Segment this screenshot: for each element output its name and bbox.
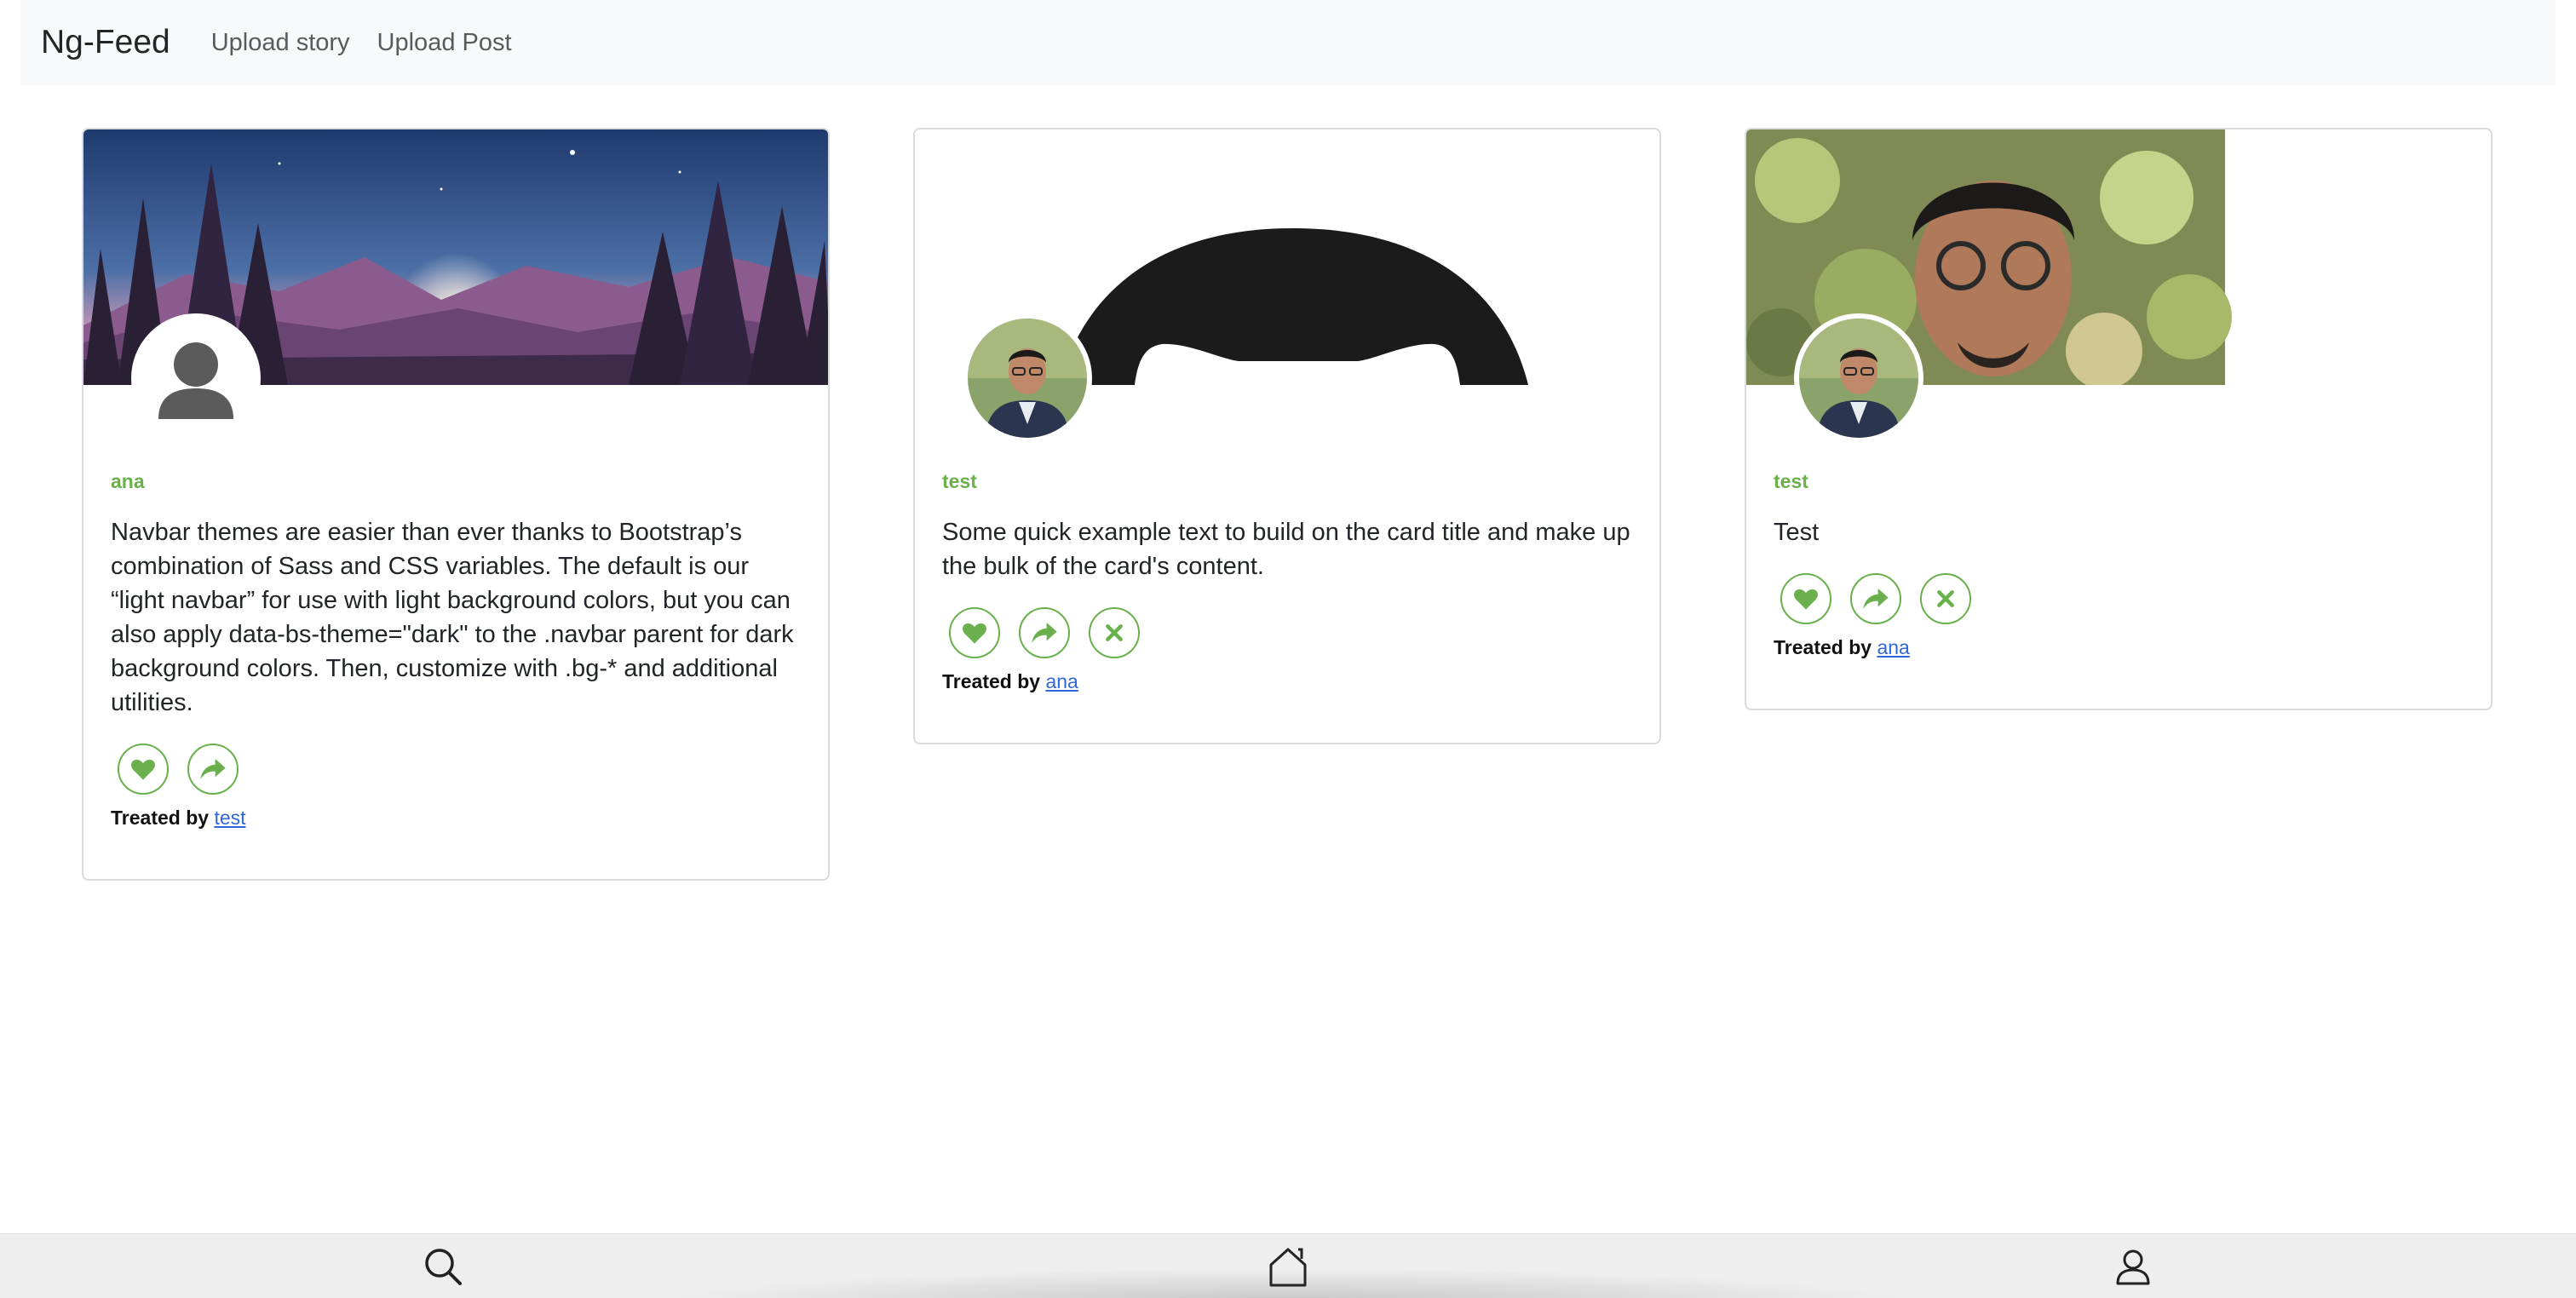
home-icon[interactable] (1264, 1243, 1312, 1290)
user-icon[interactable] (2109, 1243, 2157, 1290)
post-author[interactable]: ana (111, 470, 801, 493)
top-navbar: Ng-Feed Upload story Upload Post (20, 0, 2556, 85)
share-icon (1863, 589, 1889, 609)
share-icon (1032, 623, 1057, 643)
like-button[interactable] (118, 744, 169, 795)
share-button[interactable] (1850, 573, 1901, 624)
avatar (131, 313, 261, 443)
avatar (1794, 313, 1923, 443)
share-button[interactable] (187, 744, 239, 795)
like-button[interactable] (1780, 573, 1831, 624)
post-author[interactable]: test (942, 470, 1632, 493)
treated-by-user-link[interactable]: test (214, 807, 245, 829)
post-text: Navbar themes are easier than ever thank… (111, 519, 794, 716)
delete-button[interactable] (1089, 607, 1140, 658)
brand-logo[interactable]: Ng-Feed (41, 24, 170, 61)
treated-by: Treated by test (111, 807, 801, 830)
upload-post-link[interactable]: Upload Post (377, 29, 512, 57)
share-button[interactable] (1019, 607, 1070, 658)
like-button[interactable] (949, 607, 1000, 658)
heart-icon (963, 623, 986, 644)
post-card: ana Navbar themes are easier than ever t… (82, 128, 830, 881)
treated-by-user-link[interactable]: ana (1045, 670, 1078, 692)
post-card: test Test Treated by ana (1745, 128, 2493, 710)
post-author[interactable]: test (1774, 470, 2464, 493)
treated-by: Treated by ana (1774, 636, 2464, 659)
heart-icon (131, 759, 155, 780)
treated-by-user-link[interactable]: ana (1877, 636, 1909, 658)
avatar (963, 313, 1092, 443)
post-text: Some quick example text to build on the … (942, 519, 1630, 580)
upload-story-link[interactable]: Upload story (211, 29, 350, 57)
share-icon (200, 759, 226, 779)
close-icon (1106, 624, 1123, 641)
treated-by-label: Treated by (1774, 636, 1872, 658)
close-icon (1937, 590, 1954, 607)
delete-button[interactable] (1920, 573, 1971, 624)
treated-by: Treated by ana (942, 670, 1632, 693)
post-card: test Some quick example text to build on… (913, 128, 1661, 744)
post-text: Test (1774, 519, 1820, 546)
heart-icon (1794, 589, 1818, 610)
treated-by-label: Treated by (111, 807, 210, 829)
bottom-nav (0, 1233, 2576, 1298)
search-icon[interactable] (419, 1243, 467, 1290)
treated-by-label: Treated by (942, 670, 1041, 692)
